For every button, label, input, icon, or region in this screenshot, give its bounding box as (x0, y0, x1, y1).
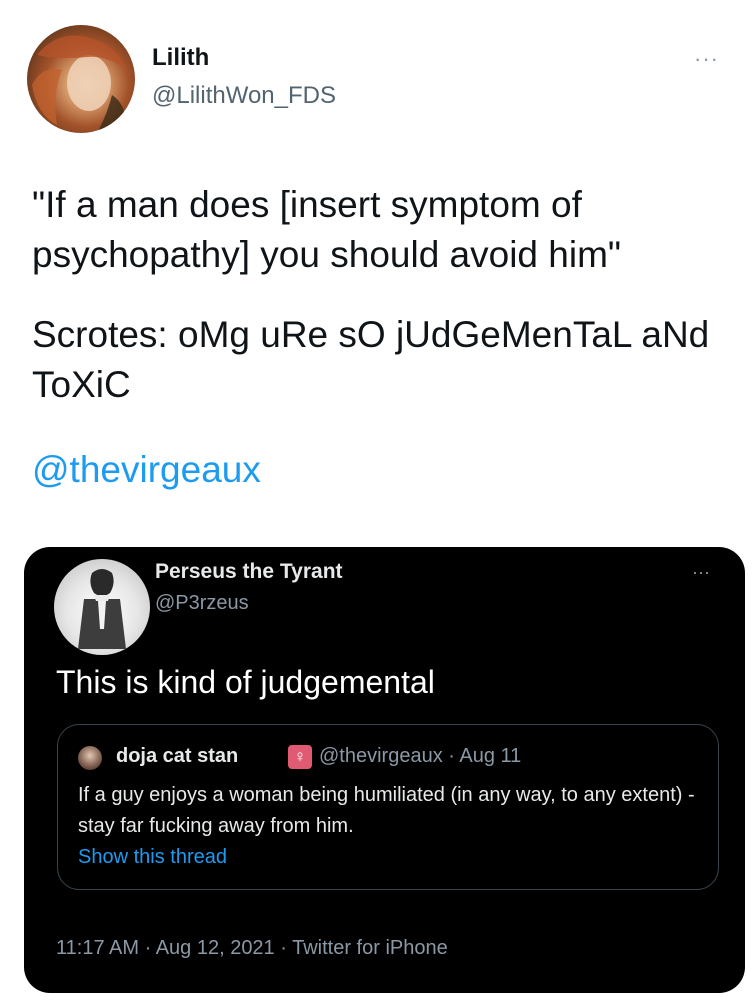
tweet-text-quote: "If a man does [insert symptom of psycho… (32, 184, 622, 275)
mention-link[interactable]: @thevirgeaux (32, 449, 261, 491)
female-sign-icon: ♀ (288, 745, 312, 769)
embedded-author-handle[interactable]: @P3rzeus (155, 592, 249, 615)
embedded-tweet-card[interactable]: Perseus the Tyrant @P3rzeus ··· This is … (24, 547, 745, 993)
embedded-avatar[interactable] (54, 559, 150, 655)
embedded-more-options-icon[interactable]: ··· (692, 562, 710, 583)
avatar-image (32, 35, 127, 133)
quoted-author-name[interactable]: doja cat stan (116, 745, 238, 768)
avatar[interactable] (27, 25, 135, 133)
author-handle[interactable]: @LilithWon_FDS (152, 82, 336, 110)
quoted-handle-date[interactable]: @thevirgeaux · Aug 11 (319, 745, 521, 768)
tweet-timestamp-source[interactable]: 11:17 AM · Aug 12, 2021 · Twitter for iP… (56, 937, 448, 960)
show-thread-link[interactable]: Show this thread (78, 846, 227, 869)
quoted-tweet[interactable]: doja cat stan ♀ @thevirgeaux · Aug 11 If… (57, 724, 719, 890)
embedded-avatar-image (78, 569, 126, 649)
more-options-icon[interactable]: ··· (694, 46, 719, 72)
quoted-avatar[interactable] (78, 746, 102, 770)
embedded-author-name[interactable]: Perseus the Tyrant (155, 560, 343, 584)
tweet-text-reply: Scrotes: oMg uRe sO jUdGeMenTaL aNd ToXi… (32, 314, 710, 405)
quoted-tweet-text: If a guy enjoys a woman being humiliated… (78, 784, 695, 837)
author-name[interactable]: Lilith (152, 44, 209, 72)
embedded-tweet-text: This is kind of judgemental (56, 664, 435, 700)
